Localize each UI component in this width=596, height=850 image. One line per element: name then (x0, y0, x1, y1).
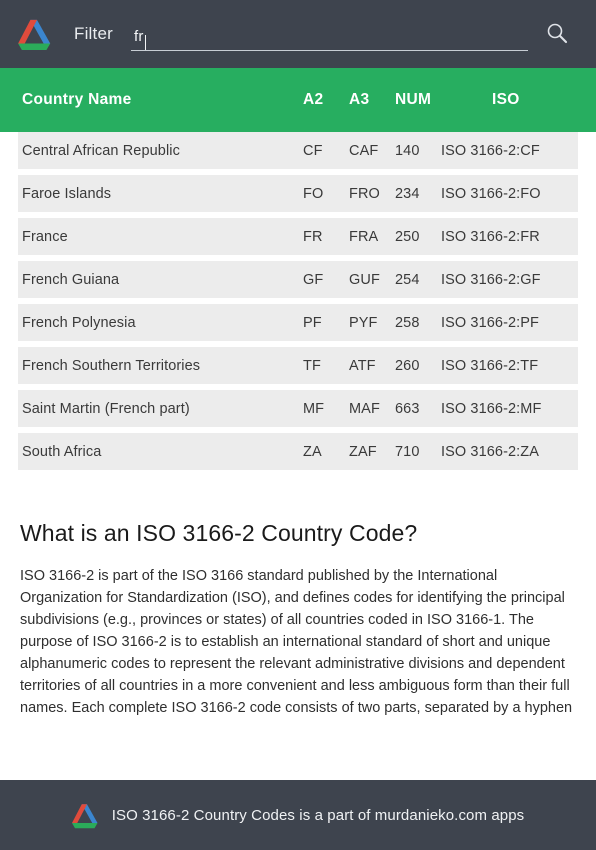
column-header-iso[interactable]: ISO (492, 68, 520, 132)
cell-a2: PF (303, 314, 322, 331)
cell-country-name: French Polynesia (22, 314, 136, 331)
table-row[interactable]: France FR FRA 250 ISO 3166-2:FR (18, 218, 578, 255)
cell-a2: GF (303, 271, 324, 288)
search-icon (547, 23, 568, 44)
cell-a3: ATF (349, 357, 376, 374)
cell-country-name: Saint Martin (French part) (22, 400, 190, 417)
article-heading: What is an ISO 3166-2 Country Code? (20, 520, 418, 546)
cell-a2: MF (303, 400, 325, 417)
cell-a3: FRO (349, 185, 380, 202)
app-toolbar: Filter fr (0, 0, 596, 68)
footer-text: ISO 3166-2 Country Codes is a part of mu… (111, 806, 525, 824)
cell-country-name: French Guiana (22, 271, 120, 288)
table-row[interactable]: Faroe Islands FO FRO 234 ISO 3166-2:FO (18, 175, 578, 212)
article-body: ISO 3166-2 is part of the ISO 3166 stand… (20, 568, 573, 716)
cell-iso: ISO 3166-2:ZA (441, 443, 540, 460)
table-row[interactable]: French Southern Territories TF ATF 260 I… (18, 347, 578, 384)
cell-country-name: Faroe Islands (22, 185, 112, 202)
filter-input[interactable]: fr (130, 17, 528, 51)
cell-iso: ISO 3166-2:TF (441, 357, 539, 374)
article-section: What is an ISO 3166-2 Country Code? ISO … (0, 476, 596, 719)
table-row[interactable]: South Africa ZA ZAF 710 ISO 3166-2:ZA (18, 433, 578, 470)
cell-a2: TF (303, 357, 321, 374)
table-row[interactable]: French Polynesia PF PYF 258 ISO 3166-2:P… (18, 304, 578, 341)
cell-iso: ISO 3166-2:GF (441, 271, 541, 288)
cell-num: 250 (395, 228, 420, 245)
cell-a3: ZAF (349, 443, 377, 460)
cell-a3: FRA (349, 228, 379, 245)
app-footer: ISO 3166-2 Country Codes is a part of mu… (0, 780, 596, 850)
footer-logo-icon (71, 803, 98, 828)
cell-iso: ISO 3166-2:PF (441, 314, 540, 331)
cell-a3: GUF (349, 271, 380, 288)
cell-a3: MAF (349, 400, 380, 417)
column-header-num[interactable]: NUM (395, 68, 431, 132)
column-header-country-name[interactable]: Country Name (22, 68, 132, 132)
cell-num: 234 (395, 185, 420, 202)
filter-input-value: fr (133, 28, 144, 45)
cell-num: 254 (395, 271, 420, 288)
column-header-a3[interactable]: A3 (349, 68, 369, 132)
table-row[interactable]: Saint Martin (French part) MF MAF 663 IS… (18, 390, 578, 427)
cell-iso: ISO 3166-2:MF (441, 400, 542, 417)
cell-num: 258 (395, 314, 420, 331)
column-header-a2[interactable]: A2 (303, 68, 323, 132)
cell-num: 140 (395, 142, 420, 159)
cell-country-name: French Southern Territories (22, 357, 201, 374)
cell-num: 710 (395, 443, 420, 460)
cell-num: 260 (395, 357, 420, 374)
text-caret (144, 35, 146, 50)
table-row[interactable]: Central African Republic CF CAF 140 ISO … (18, 132, 578, 169)
cell-country-name: South Africa (22, 443, 102, 460)
table-row[interactable]: French Guiana GF GUF 254 ISO 3166-2:GF (18, 261, 578, 298)
cell-a2: CF (303, 142, 323, 159)
cell-a3: CAF (349, 142, 379, 159)
cell-a2: FR (303, 228, 323, 245)
cell-country-name: France (22, 228, 68, 245)
cell-num: 663 (395, 400, 420, 417)
table-header-row: Country Name A2 A3 NUM ISO (0, 68, 596, 132)
cell-country-name: Central African Republic (22, 142, 180, 159)
cell-a2: FO (303, 185, 324, 202)
country-table-body: Central African Republic CF CAF 140 ISO … (0, 132, 596, 470)
cell-iso: ISO 3166-2:CF (441, 142, 540, 159)
app-logo-icon (18, 19, 51, 51)
search-button[interactable] (540, 17, 574, 51)
cell-a3: PYF (349, 314, 378, 331)
cell-iso: ISO 3166-2:FO (441, 185, 541, 202)
cell-iso: ISO 3166-2:FR (441, 228, 540, 245)
filter-label: Filter (74, 24, 113, 43)
cell-a2: ZA (303, 443, 322, 460)
